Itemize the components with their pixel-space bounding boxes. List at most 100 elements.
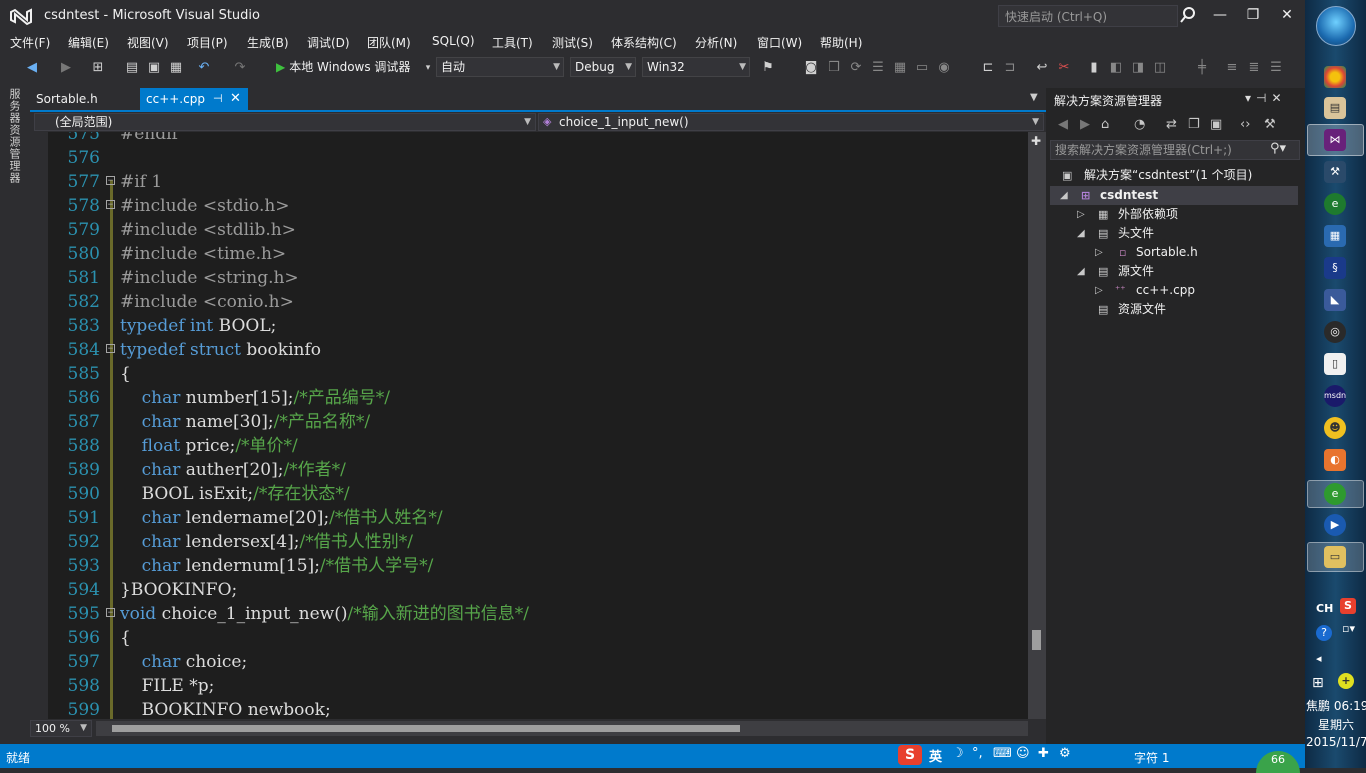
- close-button[interactable]: ✕: [1272, 4, 1302, 28]
- ie-icon[interactable]: e: [1324, 483, 1346, 505]
- msdn-icon[interactable]: msdn: [1324, 385, 1346, 407]
- platform-select[interactable]: Win32 ▼: [642, 57, 750, 77]
- menu-build[interactable]: 生成(B): [247, 34, 289, 51]
- indent-icon[interactable]: ≡: [1224, 60, 1240, 76]
- record-icon[interactable]: ◉: [936, 60, 952, 76]
- uncomment-icon[interactable]: ⊐: [1002, 60, 1018, 76]
- help-icon[interactable]: ?: [1316, 625, 1332, 641]
- scope-select[interactable]: (全局范围) ▼: [34, 113, 536, 131]
- document-icon[interactable]: ▯: [1324, 353, 1346, 375]
- app-icon[interactable]: ◣: [1324, 289, 1346, 311]
- tools-app-icon[interactable]: ⚒: [1324, 161, 1346, 183]
- menu-file[interactable]: 文件(F): [10, 34, 50, 51]
- window-icon[interactable]: ▭: [914, 60, 930, 76]
- 360-icon[interactable]: e: [1324, 193, 1346, 215]
- search-icon[interactable]: [1180, 6, 1196, 24]
- start-debugging-button[interactable]: ▶ 本地 Windows 调试器: [276, 58, 410, 76]
- sogou-ime-icon[interactable]: S: [898, 745, 922, 765]
- qq-icon[interactable]: ☻: [1324, 417, 1346, 439]
- chrome-icon[interactable]: [1324, 66, 1346, 88]
- menu-sql[interactable]: SQL(Q): [432, 34, 475, 48]
- keyboard-icon[interactable]: ⌨: [993, 746, 1012, 761]
- sogou-tray-icon[interactable]: S: [1340, 598, 1356, 614]
- camera-icon[interactable]: ◙: [803, 60, 819, 76]
- clock-time[interactable]: 焦鹏 06:19: [1306, 697, 1366, 714]
- member-select[interactable]: choice_1_input_new() ▼: [538, 113, 1044, 131]
- breakpoint-icon[interactable]: ↩: [1034, 60, 1050, 76]
- expanded-arrow-icon[interactable]: ◢: [1060, 186, 1068, 205]
- back-icon[interactable]: ◀: [24, 60, 40, 76]
- vertical-scroll-thumb[interactable]: [1032, 630, 1041, 650]
- collapse-icon[interactable]: ❐: [1188, 117, 1200, 132]
- view-code-icon[interactable]: ‹›: [1240, 117, 1250, 132]
- fold-toggle-icon[interactable]: −: [106, 608, 115, 618]
- properties-icon[interactable]: ⚒: [1264, 117, 1276, 132]
- bookmark-icon[interactable]: ❒: [826, 60, 842, 76]
- back-icon[interactable]: ◀: [1058, 117, 1068, 132]
- forward-icon[interactable]: ▶: [58, 60, 74, 76]
- split-editor-icon[interactable]: ✚: [1031, 134, 1041, 148]
- menu-debug[interactable]: 调试(D): [307, 34, 350, 51]
- collapsed-arrow-icon[interactable]: ▷: [1095, 281, 1103, 300]
- clock-date[interactable]: 2015/11/7: [1306, 735, 1366, 749]
- media-icon[interactable]: ◎: [1324, 321, 1346, 343]
- next-bookmark-icon[interactable]: ◨: [1130, 60, 1146, 76]
- expanded-arrow-icon[interactable]: ◢: [1077, 224, 1085, 243]
- language-indicator[interactable]: CH: [1316, 602, 1333, 615]
- browser-icon[interactable]: §: [1324, 257, 1346, 279]
- menu-edit[interactable]: 编辑(E): [68, 34, 109, 51]
- tray-options-icon[interactable]: ▫▾: [1342, 622, 1355, 635]
- tab-overflow-icon[interactable]: ▼: [1030, 92, 1038, 103]
- align-icon[interactable]: ╪: [1194, 60, 1210, 76]
- clock-day[interactable]: 星期六: [1318, 716, 1354, 733]
- list-icon[interactable]: ☰: [870, 60, 886, 76]
- panel-controls[interactable]: ▾⊣✕: [1245, 91, 1287, 105]
- fold-toggle-icon[interactable]: −: [106, 344, 115, 354]
- menu-window[interactable]: 窗口(W): [757, 34, 802, 51]
- comment-icon[interactable]: ⊏: [980, 60, 996, 76]
- solution-search-input[interactable]: 搜索解决方案资源管理器(Ctrl+;): [1050, 140, 1300, 160]
- clear-breakpoints-icon[interactable]: ✂: [1056, 60, 1072, 76]
- search-icon[interactable]: ⚲▾: [1270, 141, 1286, 156]
- user-icon[interactable]: ☺: [1016, 746, 1030, 761]
- outdent-icon[interactable]: ≣: [1246, 60, 1262, 76]
- fold-toggle-icon[interactable]: −: [106, 176, 115, 186]
- menu-tools[interactable]: 工具(T): [492, 34, 533, 51]
- redo-icon[interactable]: ↷: [232, 60, 248, 76]
- restore-button[interactable]: ❐: [1238, 4, 1268, 28]
- show-all-icon[interactable]: ▣: [1210, 117, 1222, 132]
- pin-icon[interactable]: ⊣: [213, 88, 223, 110]
- visual-studio-icon[interactable]: ⋈: [1324, 129, 1346, 151]
- grid-icon[interactable]: ▦: [892, 60, 908, 76]
- windows-icon[interactable]: ⊞: [1312, 675, 1324, 691]
- tab-sortable-h[interactable]: Sortable.h: [30, 88, 138, 110]
- save-icon[interactable]: ▣: [146, 60, 162, 76]
- solution-config-select[interactable]: 自动 ▼: [436, 57, 564, 77]
- explorer-icon[interactable]: ▭: [1324, 546, 1346, 568]
- new-project-icon[interactable]: ⊞: [90, 60, 106, 76]
- prev-bookmark-icon[interactable]: ◧: [1108, 60, 1124, 76]
- history-icon[interactable]: ◔: [1134, 117, 1145, 132]
- quick-launch-input[interactable]: 快速启动 (Ctrl+Q): [998, 5, 1178, 27]
- menu-architecture[interactable]: 体系结构(C): [611, 34, 677, 51]
- menu-analyze[interactable]: 分析(N): [695, 34, 737, 51]
- punctuation-icon[interactable]: °,: [972, 746, 983, 761]
- skin-icon[interactable]: ✚: [1038, 746, 1049, 761]
- menu-team[interactable]: 团队(M): [367, 34, 411, 51]
- start-button-icon[interactable]: [1316, 6, 1356, 46]
- collapsed-arrow-icon[interactable]: ▷: [1095, 243, 1103, 262]
- menu-test[interactable]: 测试(S): [552, 34, 593, 51]
- menu-view[interactable]: 视图(V): [127, 34, 169, 51]
- menu-project[interactable]: 项目(P): [187, 34, 228, 51]
- zoom-select[interactable]: 100 % ▼: [30, 720, 92, 737]
- moon-icon[interactable]: ☽: [952, 746, 964, 761]
- build-config-select[interactable]: Debug ▼: [570, 57, 636, 77]
- undo-icon[interactable]: ↶: [196, 60, 212, 76]
- horizontal-scroll-thumb[interactable]: [112, 725, 740, 732]
- attach-icon[interactable]: ⚑: [760, 60, 776, 76]
- collapsed-arrow-icon[interactable]: ▷: [1077, 205, 1085, 224]
- bookmark-toggle-icon[interactable]: ▮: [1086, 60, 1102, 76]
- forward-icon[interactable]: ▶: [1080, 117, 1090, 132]
- minimize-button[interactable]: —: [1205, 4, 1235, 28]
- run-dropdown-icon[interactable]: ▾: [420, 60, 436, 76]
